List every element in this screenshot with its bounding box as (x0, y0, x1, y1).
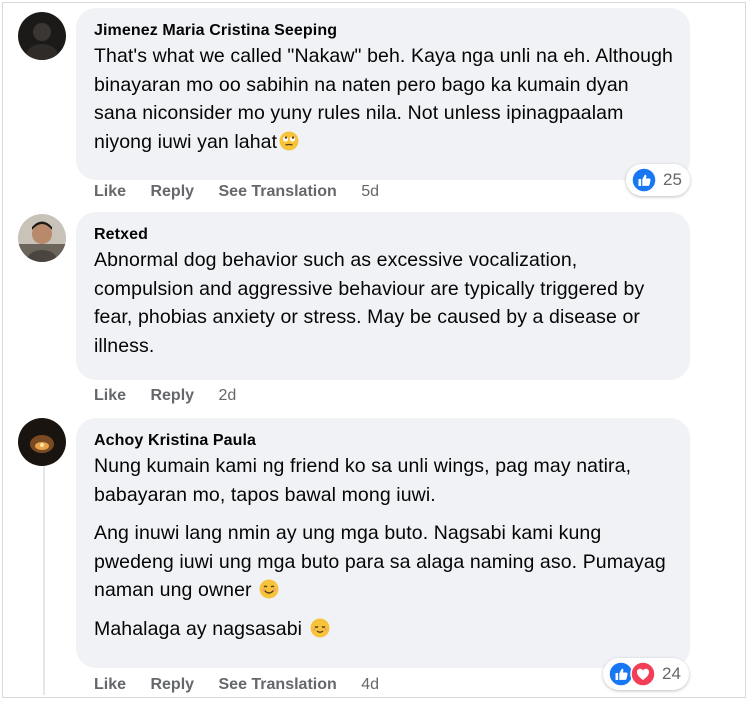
reaction-summary[interactable]: 25 (626, 164, 690, 196)
avatar[interactable] (18, 214, 66, 262)
comment-bubble: Retxed Abnormal dog behavior such as exc… (76, 212, 690, 380)
comment-author[interactable]: Achoy Kristina Paula (94, 430, 674, 452)
love-reaction-icon (630, 661, 656, 687)
reaction-count: 25 (663, 170, 682, 189)
see-translation-button[interactable]: See Translation (219, 183, 337, 200)
avatar[interactable] (18, 418, 66, 466)
paragraph-text: Nung kumain kami ng friend ko sa unli wi… (94, 455, 632, 506)
reply-button[interactable]: Reply (150, 676, 194, 693)
see-translation-button[interactable]: See Translation (219, 676, 337, 693)
reaction-summary[interactable]: 24 (603, 658, 689, 690)
like-button[interactable]: Like (94, 387, 126, 404)
comment-actions: Like Reply 2d (94, 386, 236, 406)
comment-paragraph: Nung kumain kami ng friend ko sa unli wi… (94, 452, 674, 509)
relieved-emoji-icon (310, 618, 330, 638)
comment-text: That's what we called "Nakaw" beh. Kaya … (94, 42, 674, 156)
rolling-eyes-emoji-icon (279, 131, 299, 151)
comment-timestamp[interactable]: 4d (361, 676, 379, 693)
comment-text: Nung kumain kami ng friend ko sa unli wi… (94, 452, 674, 643)
avatar[interactable] (18, 12, 66, 60)
comment-actions: Like Reply See Translation 5d (94, 182, 379, 202)
reply-button[interactable]: Reply (150, 387, 194, 404)
comment-timestamp[interactable]: 2d (219, 387, 237, 404)
comment-author[interactable]: Jimenez Maria Cristina Seeping (94, 20, 674, 42)
like-reaction-icon (631, 167, 657, 193)
comment-paragraph: Ang inuwi lang nmin ay ung mga buto. Nag… (94, 519, 674, 605)
reaction-count: 24 (662, 664, 681, 683)
reply-thread-line (43, 465, 45, 695)
comment-paragraph: Mahalaga ay nagsasabi (94, 615, 674, 644)
comment-body: That's what we called "Nakaw" beh. Kaya … (94, 45, 673, 153)
comment-bubble: Achoy Kristina Paula Nung kumain kami ng… (76, 418, 690, 668)
paragraph-text: Ang inuwi lang nmin ay ung mga buto. Nag… (94, 522, 666, 601)
comment-bubble: Jimenez Maria Cristina Seeping That's wh… (76, 8, 690, 180)
comment-author[interactable]: Retxed (94, 224, 674, 246)
comment-timestamp[interactable]: 5d (361, 183, 379, 200)
smiling-emoji-icon (259, 579, 279, 599)
comment-text: Abnormal dog behavior such as excessive … (94, 249, 645, 357)
like-button[interactable]: Like (94, 676, 126, 693)
reply-button[interactable]: Reply (150, 183, 194, 200)
like-button[interactable]: Like (94, 183, 126, 200)
paragraph-text: Mahalaga ay nagsasabi (94, 617, 303, 640)
comment-actions: Like Reply See Translation 4d (94, 675, 379, 695)
